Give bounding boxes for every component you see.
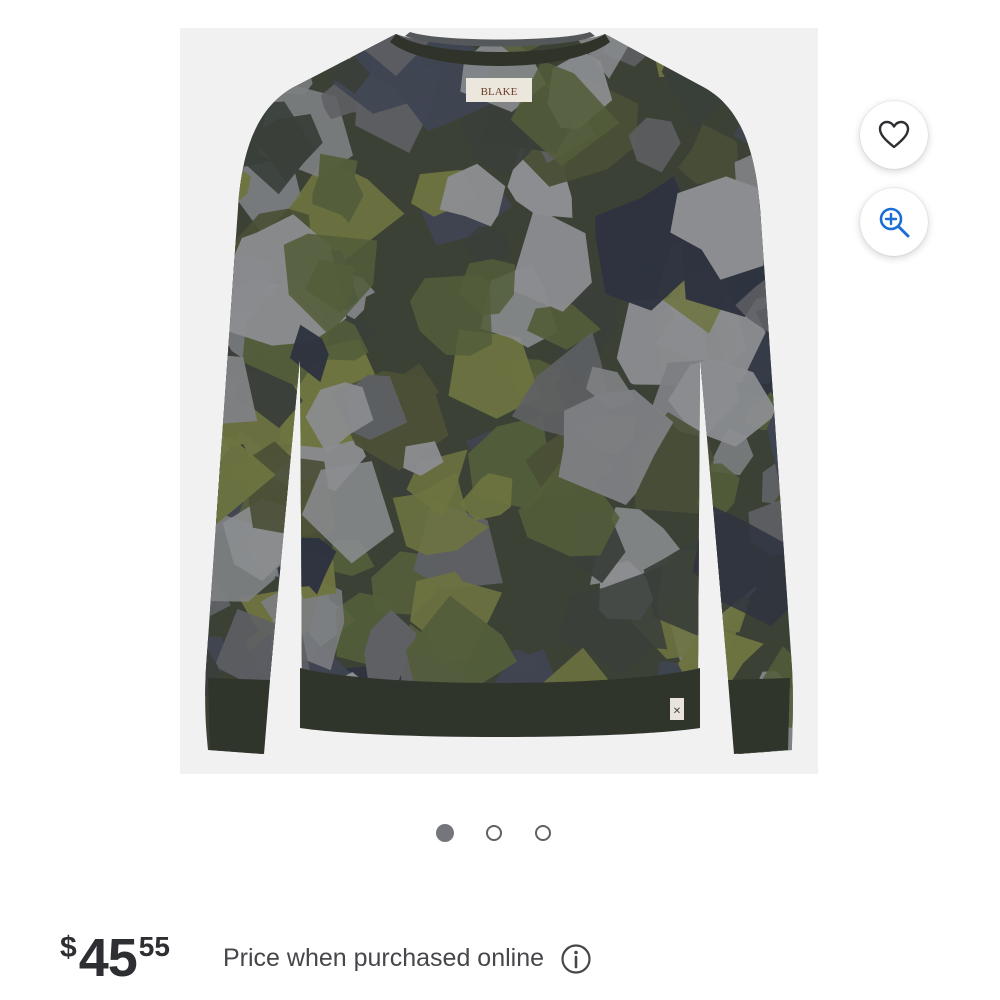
info-icon[interactable] xyxy=(560,943,592,975)
price-currency: $ xyxy=(60,931,77,964)
svg-text:✕: ✕ xyxy=(673,706,681,717)
left-cuff xyxy=(208,678,270,754)
heart-icon xyxy=(878,120,910,149)
price-note: Price when purchased online xyxy=(223,944,545,972)
carousel-dot-2[interactable] xyxy=(486,825,502,841)
price-cents: 55 xyxy=(138,931,170,962)
product-page: BLAKE ✕ $ 45 55 Price when purchased onl… xyxy=(0,0,1000,1000)
price-dollars: 45 xyxy=(78,928,138,988)
right-cuff xyxy=(728,678,790,754)
price: $ 45 55 xyxy=(60,925,170,985)
carousel-dot-1[interactable] xyxy=(436,824,454,842)
carousel-dots xyxy=(436,824,552,842)
favorite-button[interactable] xyxy=(860,101,928,169)
brand-label-text: BLAKE xyxy=(481,86,518,98)
product-image[interactable]: BLAKE ✕ xyxy=(180,28,818,774)
zoom-button[interactable] xyxy=(860,188,928,256)
carousel-dot-3[interactable] xyxy=(535,825,551,841)
sweatshirt-illustration: BLAKE ✕ xyxy=(205,32,793,754)
zoom-in-icon xyxy=(879,207,910,238)
